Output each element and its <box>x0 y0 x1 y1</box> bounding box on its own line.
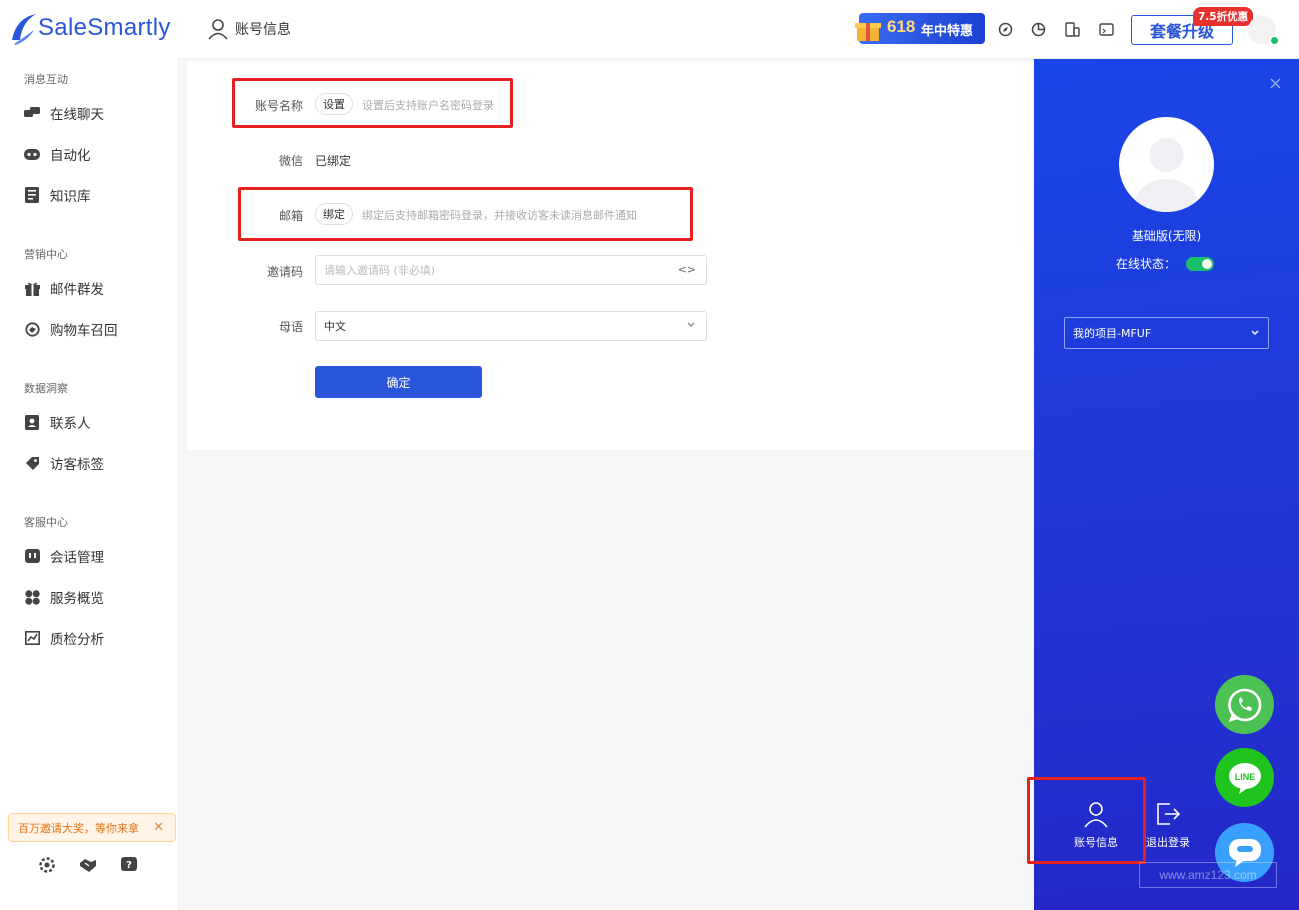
nav-label: 自动化 <box>50 148 91 164</box>
logout-button[interactable]: 退出登录 <box>1146 800 1190 850</box>
close-icon[interactable]: ✕ <box>153 820 164 835</box>
devices-icon[interactable] <box>1064 21 1080 37</box>
promo-text: 百万邀请大奖，等你来拿 <box>18 821 139 835</box>
robot-icon <box>24 146 40 162</box>
close-icon[interactable]: × <box>1268 73 1283 94</box>
discount-badge: 7.5折优惠 <box>1193 7 1254 26</box>
chart-icon <box>24 630 40 646</box>
nav-label: 访客标签 <box>50 457 104 473</box>
chevron-down-icon <box>1250 327 1260 340</box>
whatsapp-icon <box>1227 688 1261 722</box>
watermark: www.amz123.com <box>1139 862 1277 888</box>
line-icon: LINE <box>1228 762 1261 794</box>
section-title: 客服中心 <box>24 516 68 529</box>
invite-code-label: 邀请码 <box>266 265 303 279</box>
nav-item-quality-analysis[interactable]: 质检分析 <box>24 626 104 650</box>
logo[interactable]: SaleSmartly <box>10 8 171 48</box>
svg-text:LINE: LINE <box>1234 772 1255 782</box>
page-title-text: 账号信息 <box>235 22 291 38</box>
sidebar: SaleSmartly 消息互动 在线聊天 自动化 知识库 营销中心 邮件群发 … <box>0 0 177 910</box>
avatar-placeholder-icon <box>1134 138 1199 212</box>
top-header: 账号信息 618 年中特惠 套餐升级 7.5折优惠 <box>177 0 1299 59</box>
nav-item-automation[interactable]: 自动化 <box>24 142 91 166</box>
profile-avatar <box>1119 117 1214 212</box>
online-toggle[interactable] <box>1186 256 1215 271</box>
promo-text: 年中特惠 <box>921 24 974 39</box>
code-icon: <> <box>677 263 696 276</box>
svg-text:?: ? <box>126 860 132 871</box>
account-form-card: 账号名称 设置 设置后支持账户名密码登录 微信 已绑定 邮箱 绑定 绑定后支持邮… <box>187 62 1035 450</box>
gift-icon <box>855 23 881 41</box>
avatar[interactable] <box>1248 16 1279 45</box>
account-info-button[interactable]: 账号信息 <box>1074 800 1118 850</box>
invite-promo-banner[interactable]: 百万邀请大奖，等你来拿 ✕ <box>8 813 176 842</box>
section-title: 数据洞察 <box>24 382 68 395</box>
chat-icon <box>24 105 40 121</box>
nav-item-service-overview[interactable]: 服务概览 <box>24 585 104 609</box>
confirm-button[interactable]: 确定 <box>315 366 482 398</box>
project-select[interactable]: 我的项目-MFUF <box>1064 317 1269 349</box>
nav-label: 邮件群发 <box>50 282 104 298</box>
promo-number: 618 <box>887 17 916 36</box>
highlight-box <box>238 187 693 241</box>
language-select[interactable]: 中文 <box>315 311 707 341</box>
highlight-box <box>232 78 513 128</box>
chevron-down-icon <box>686 319 696 332</box>
logout-label: 退出登录 <box>1146 836 1190 849</box>
nav-item-visitor-tags[interactable]: 访客标签 <box>24 451 104 475</box>
gift-icon <box>24 280 40 296</box>
online-status: 在线状态： <box>1116 255 1215 272</box>
nav-item-sessions[interactable]: 会话管理 <box>24 544 104 568</box>
nav-label: 在线聊天 <box>50 107 104 123</box>
tag-icon <box>24 455 40 471</box>
handshake-icon[interactable] <box>79 856 97 874</box>
whatsapp-button[interactable] <box>1215 675 1274 734</box>
nav-item-cart-recall[interactable]: 购物车召回 <box>24 317 118 341</box>
section-title: 营销中心 <box>24 248 68 261</box>
logout-icon <box>1157 803 1181 825</box>
plan-name: 基础版(无限) <box>1131 229 1202 243</box>
online-label: 在线状态： <box>1116 257 1177 271</box>
wechat-status: 已绑定 <box>315 154 352 168</box>
invite-code-input[interactable]: 请输入邀请码 (非必填) <> <box>315 255 707 285</box>
book-icon <box>24 187 40 203</box>
language-value: 中文 <box>324 320 346 333</box>
promo-618-banner[interactable]: 618 年中特惠 <box>855 13 985 44</box>
nav-label: 质检分析 <box>50 632 104 648</box>
project-name: 我的项目-MFUF <box>1073 327 1152 340</box>
online-dot <box>1270 36 1279 45</box>
account-panel: × 基础版(无限) 在线状态： 我的项目-MFUF 账号信息 退出登录 LINE <box>1027 59 1299 910</box>
cart-recall-icon <box>24 321 40 337</box>
user-icon <box>208 19 228 40</box>
logo-swoosh-icon <box>12 14 36 45</box>
nav-label: 知识库 <box>50 189 91 205</box>
user-icon <box>1084 802 1108 828</box>
invite-code-placeholder: 请输入邀请码 (非必填) <box>324 264 436 277</box>
section-title: 消息互动 <box>24 73 68 86</box>
line-button[interactable]: LINE <box>1215 748 1274 807</box>
gear-icon[interactable] <box>38 856 56 874</box>
grid-icon <box>24 589 40 605</box>
browser-icon[interactable] <box>1098 21 1114 37</box>
page-title: 账号信息 <box>207 18 291 40</box>
nav-item-knowledge[interactable]: 知识库 <box>24 183 91 207</box>
nav-label: 购物车召回 <box>50 323 118 339</box>
nav-label: 服务概览 <box>50 591 104 607</box>
help-icon[interactable]: ? <box>120 856 138 874</box>
compass-icon[interactable] <box>997 21 1013 37</box>
nav-label: 会话管理 <box>50 550 104 566</box>
contact-icon <box>24 414 40 430</box>
nav-item-chat[interactable]: 在线聊天 <box>24 101 104 125</box>
language-label: 母语 <box>278 320 303 334</box>
brand-name: SaleSmartly <box>38 14 171 41</box>
wechat-label: 微信 <box>278 154 303 168</box>
nav-item-contacts[interactable]: 联系人 <box>24 410 91 434</box>
nav-label: 联系人 <box>50 416 91 432</box>
sidebar-footer: ? <box>0 856 177 876</box>
pie-chart-icon[interactable] <box>1030 21 1046 37</box>
account-info-label: 账号信息 <box>1074 836 1118 849</box>
nav-item-email-broadcast[interactable]: 邮件群发 <box>24 276 104 300</box>
session-icon <box>24 548 40 564</box>
